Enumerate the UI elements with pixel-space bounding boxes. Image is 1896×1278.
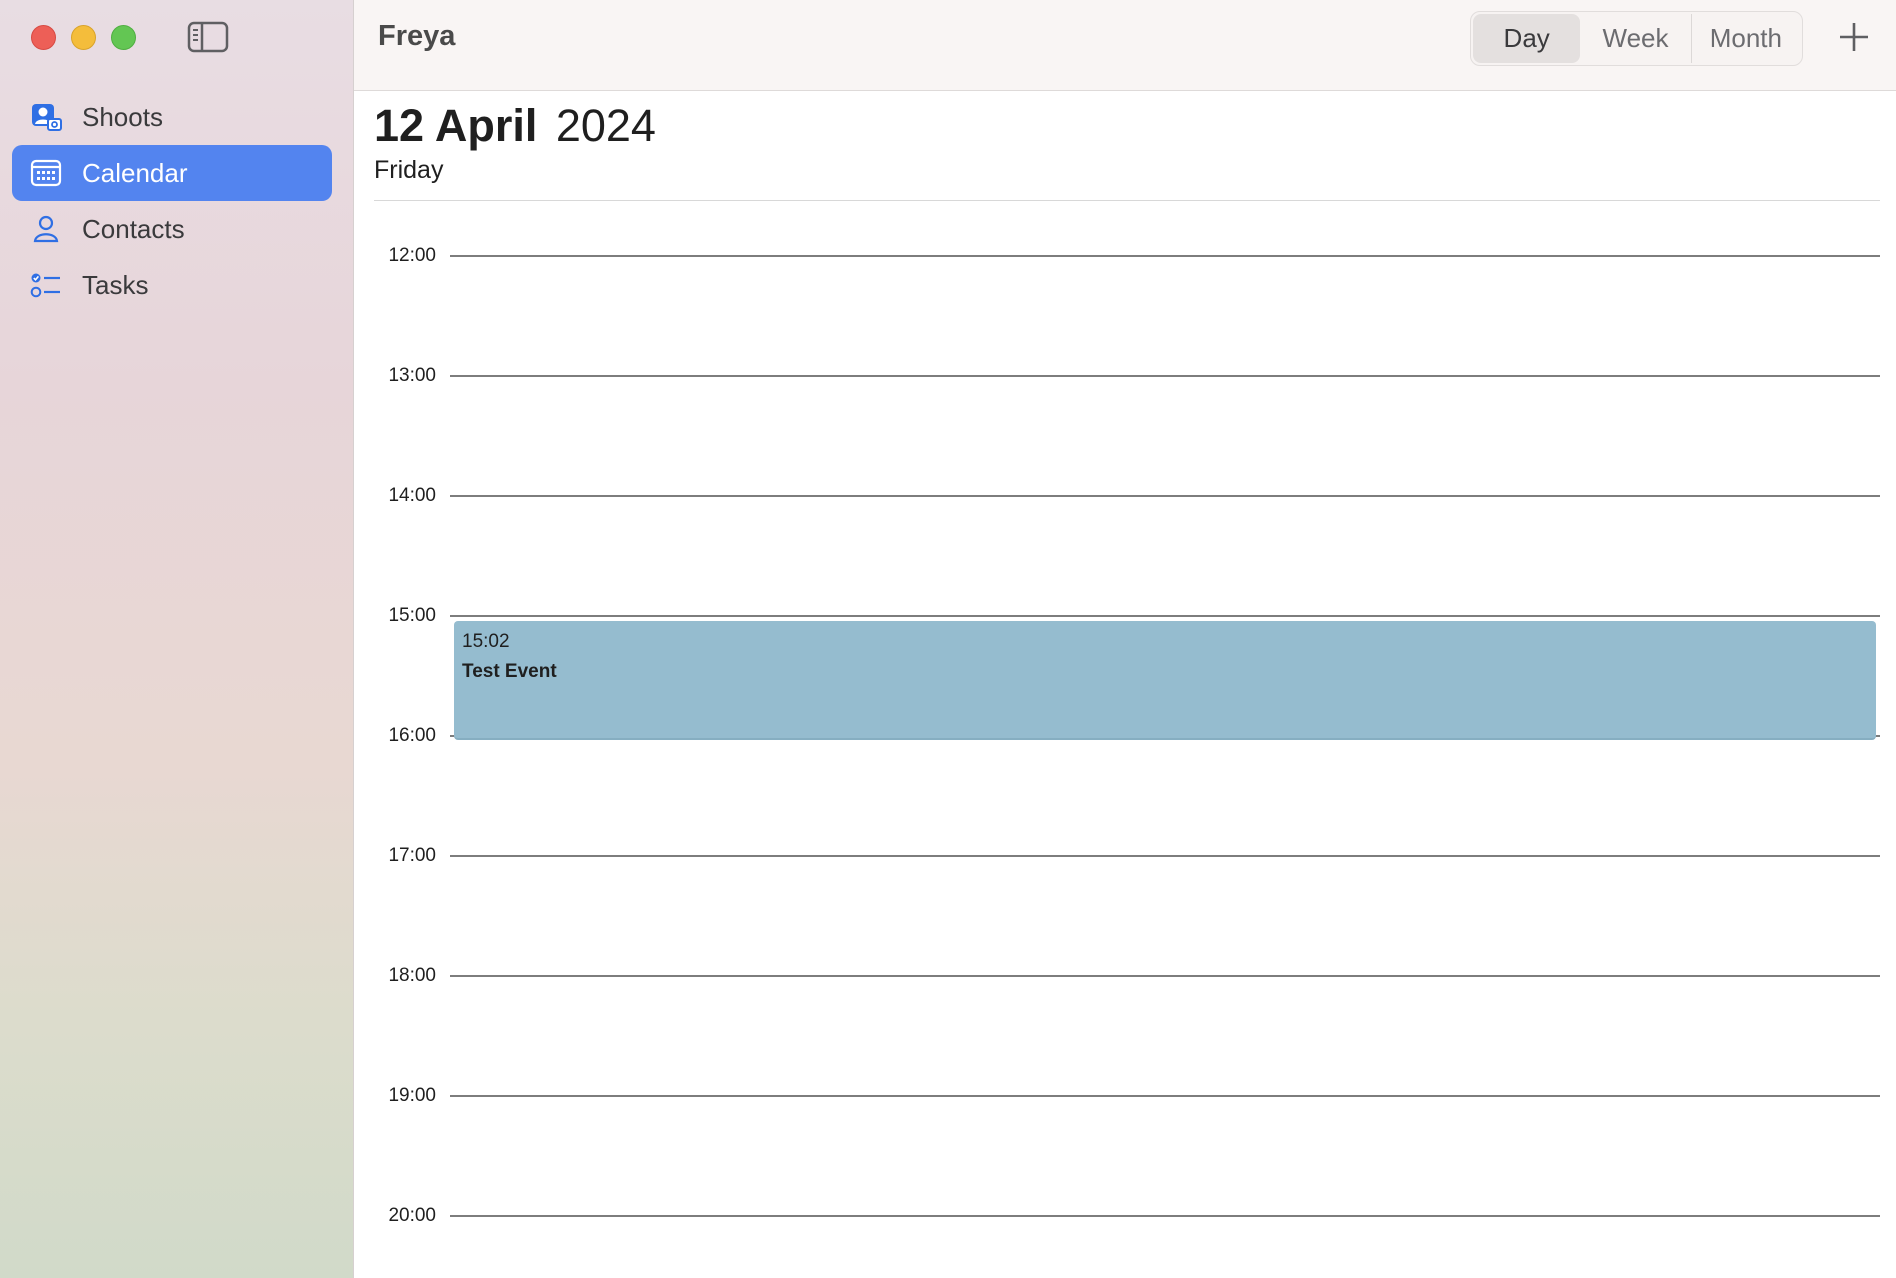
- page-title: Freya: [378, 20, 456, 52]
- calendar-event[interactable]: 15:02 Test Event: [454, 621, 1876, 740]
- date-year: 2024: [555, 100, 656, 151]
- sidebar-nav: Shoots Calendar Contacts Tasks: [12, 89, 332, 313]
- minimize-window-button[interactable]: [71, 25, 96, 50]
- calendar-icon: [30, 157, 62, 189]
- hour-label: 13:00: [388, 365, 436, 386]
- sidebar-item-shoots[interactable]: Shoots: [12, 89, 332, 145]
- checklist-icon: [30, 269, 62, 301]
- hour-label: 12:00: [388, 245, 436, 266]
- hour-label: 14:00: [388, 485, 436, 506]
- sidebar-item-contacts[interactable]: Contacts: [12, 201, 332, 257]
- date-header: 12 April 2024: [374, 100, 656, 152]
- hour-label: 16:00: [388, 725, 436, 746]
- sidebar-item-label: Contacts: [82, 213, 185, 244]
- sidebar-item-tasks[interactable]: Tasks: [12, 257, 332, 313]
- event-time: 15:02: [462, 631, 510, 652]
- date-day-month: 12 April: [374, 100, 538, 151]
- app-window: Shoots Calendar Contacts Tasks Freya Day…: [0, 0, 1896, 1278]
- zoom-window-button[interactable]: [111, 25, 136, 50]
- close-window-button[interactable]: [31, 25, 56, 50]
- sidebar: Shoots Calendar Contacts Tasks: [0, 0, 354, 1278]
- sidebar-item-label: Tasks: [82, 269, 149, 300]
- hour-line: [450, 255, 1880, 257]
- person-icon: [30, 213, 62, 245]
- hour-line: [450, 1095, 1880, 1097]
- toolbar: Freya Day Week Month: [354, 0, 1896, 91]
- person-camera-icon: [30, 101, 62, 133]
- add-event-button[interactable]: [1831, 14, 1877, 60]
- hour-label: 19:00: [388, 1085, 436, 1106]
- hour-label: 20:00: [388, 1205, 436, 1226]
- tab-week[interactable]: Week: [1580, 14, 1690, 63]
- weekday-label: Friday: [374, 156, 444, 184]
- hour-label: 15:00: [388, 605, 436, 626]
- header-divider: [374, 200, 1880, 201]
- plus-icon: [1840, 23, 1868, 51]
- hour-line: [450, 975, 1880, 977]
- sidebar-item-label: Calendar: [82, 157, 188, 188]
- hour-line: [450, 855, 1880, 857]
- hour-line: [450, 495, 1880, 497]
- sidebar-item-calendar[interactable]: Calendar: [12, 145, 332, 201]
- tab-day[interactable]: Day: [1473, 14, 1581, 63]
- main-content: Freya Day Week Month 12 April 2024 Frida…: [354, 0, 1896, 1278]
- view-switcher: Day Week Month: [1470, 11, 1803, 66]
- hour-line: [450, 615, 1880, 617]
- hour-label: 17:00: [388, 845, 436, 866]
- hour-line: [450, 1215, 1880, 1217]
- hour-line: [450, 375, 1880, 377]
- hour-label: 18:00: [388, 965, 436, 986]
- event-title: Test Event: [462, 661, 557, 682]
- sidebar-item-label: Shoots: [82, 101, 163, 132]
- tab-month[interactable]: Month: [1690, 14, 1800, 63]
- sidebar-toggle-icon[interactable]: [187, 21, 229, 53]
